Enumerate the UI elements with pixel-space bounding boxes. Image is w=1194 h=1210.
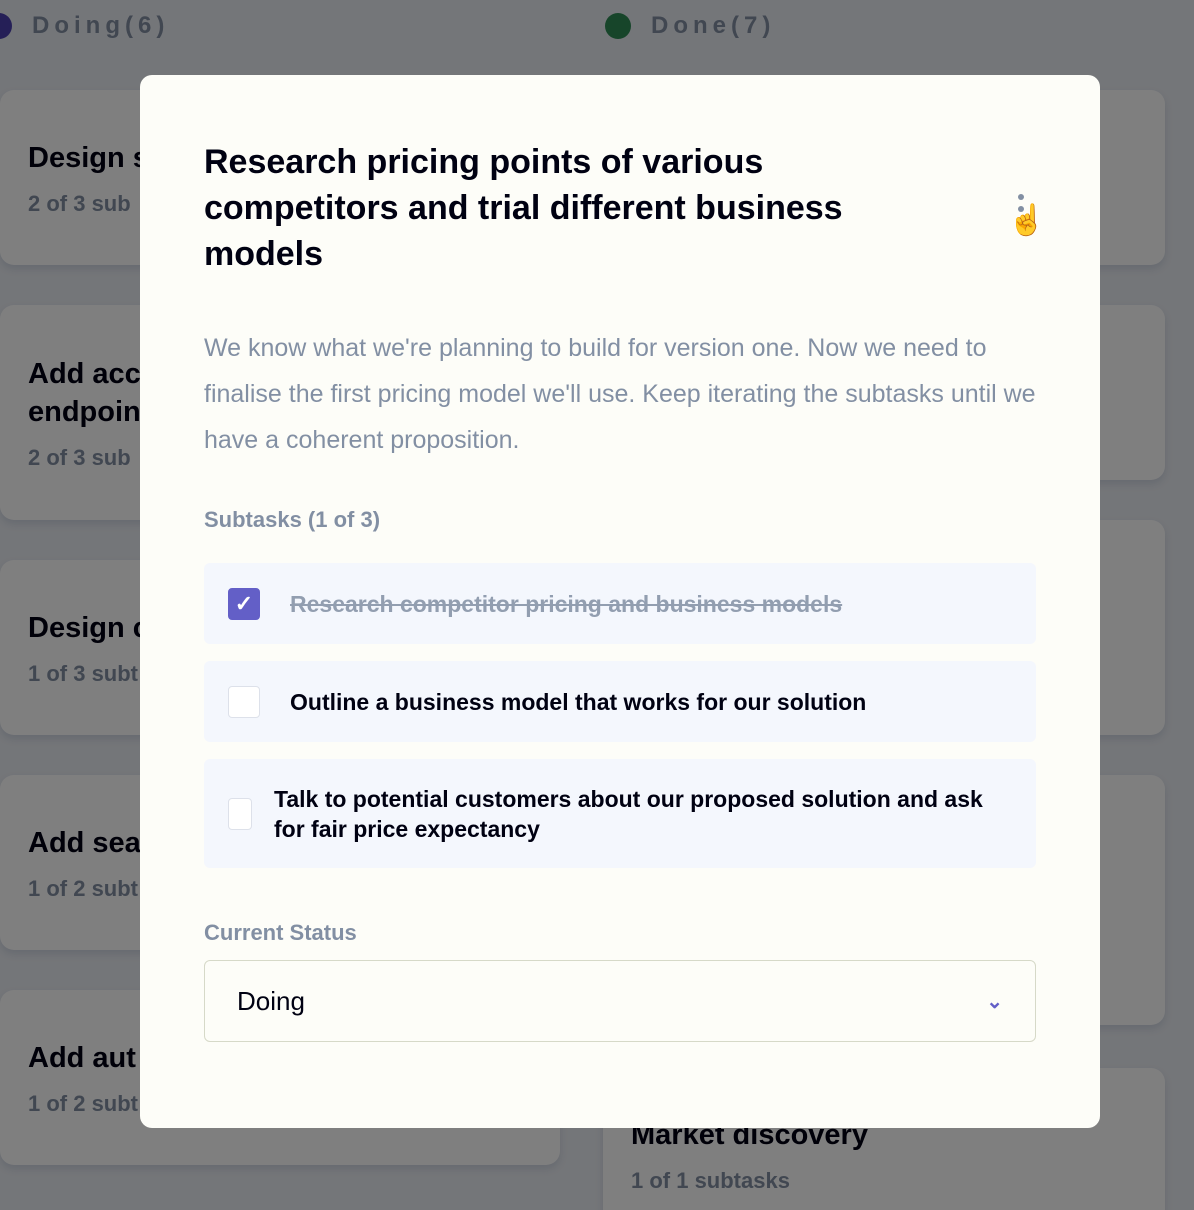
subtasks-label: Subtasks (1 of 3) xyxy=(204,507,381,532)
hand-cursor-icon: ☝ xyxy=(1008,204,1046,237)
subtask-item[interactable]: ✓ Research competitor pricing and busine… xyxy=(204,563,1036,644)
subtask-checkbox[interactable]: ✓ xyxy=(228,587,260,620)
subtask-label: Outline a business model that works for … xyxy=(290,688,867,715)
subtask-label: Research competitor pricing and business… xyxy=(290,590,843,617)
status-select-value: Doing xyxy=(237,985,305,1016)
task-title: Research pricing points of various compe… xyxy=(204,143,843,273)
dot-icon xyxy=(1018,194,1024,200)
status-label: Current Status xyxy=(204,920,357,945)
subtask-list: ✓ Research competitor pricing and busine… xyxy=(204,563,1036,868)
more-options-button[interactable]: ☝ xyxy=(1006,179,1045,239)
chevron-down-icon: ⌄ xyxy=(986,990,1003,1013)
task-description: We know what we're planning to build for… xyxy=(204,334,1036,454)
task-detail-modal: Research pricing points of various compe… xyxy=(140,75,1100,1128)
subtask-label: Talk to potential customers about our pr… xyxy=(274,785,983,842)
subtask-item[interactable]: Talk to potential customers about our pr… xyxy=(204,759,1036,868)
subtask-checkbox[interactable] xyxy=(228,685,260,718)
subtask-checkbox[interactable] xyxy=(228,797,252,830)
subtask-item[interactable]: Outline a business model that works for … xyxy=(204,661,1036,742)
status-select[interactable]: Doing ⌄ xyxy=(204,960,1036,1042)
